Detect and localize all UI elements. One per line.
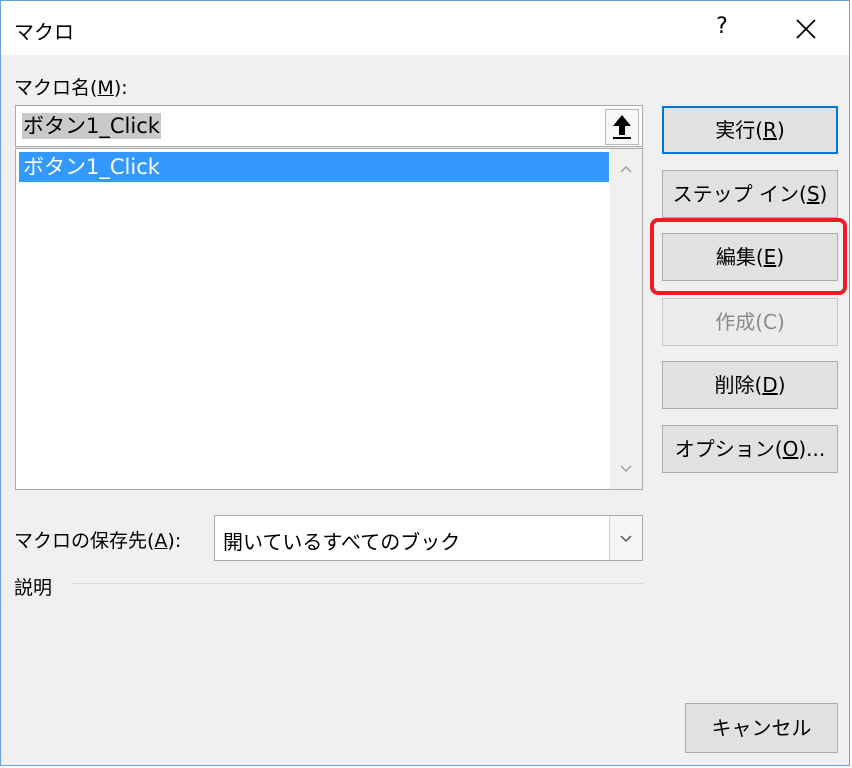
cancel-button[interactable]: キャンセル: [685, 703, 838, 753]
scroll-down-icon[interactable]: [618, 461, 634, 477]
macro-name-label-suffix: ):: [113, 77, 128, 99]
edit-button-key: E: [763, 245, 777, 269]
macro-name-label: マクロ名(M):: [14, 73, 128, 100]
edit-button[interactable]: 編集(E): [662, 233, 838, 281]
step-in-button[interactable]: ステップ イン(S): [662, 170, 838, 218]
macro-list[interactable]: ボタン1_Click: [15, 148, 643, 490]
step-in-button-label: ステップ イン(: [672, 182, 807, 206]
macro-location-label-text: マクロの保存先(: [14, 530, 155, 552]
delete-button-suffix: ): [777, 373, 786, 397]
scroll-up-icon[interactable]: [618, 161, 634, 177]
run-button[interactable]: 実行(R): [662, 106, 838, 154]
help-icon[interactable]: ?: [706, 9, 738, 45]
create-button-label: 作成(C): [715, 310, 785, 334]
macro-dialog: マクロ ? マクロ名(M): ボタン1_Click ボタン1_Click 実行(…: [0, 0, 850, 766]
edit-button-suffix: ): [776, 245, 785, 269]
close-icon[interactable]: [784, 9, 828, 49]
options-button[interactable]: オプション(O)...: [662, 425, 838, 473]
list-scrollbar[interactable]: [610, 149, 642, 489]
delete-button-label: 削除(: [714, 373, 763, 397]
options-button-label: オプション(: [674, 437, 783, 461]
step-in-button-suffix: ): [819, 182, 828, 206]
cancel-button-label: キャンセル: [711, 716, 812, 740]
title-bar: マクロ ?: [1, 1, 849, 55]
macro-name-value[interactable]: ボタン1_Click: [22, 113, 161, 139]
dropdown-button[interactable]: [609, 516, 642, 560]
options-button-suffix: )...: [798, 437, 826, 461]
dialog-title: マクロ: [14, 20, 74, 44]
list-item[interactable]: ボタン1_Click: [19, 152, 609, 182]
macro-location-select[interactable]: 開いているすべてのブック: [214, 515, 643, 561]
macro-name-label-key: M: [97, 77, 114, 99]
up-arrow-icon: [613, 115, 631, 139]
delete-button-key: D: [762, 373, 778, 397]
step-in-button-key: S: [806, 182, 820, 206]
run-button-key: R: [763, 118, 777, 142]
macro-name-label-text: マクロ名(: [14, 77, 98, 99]
up-arrow-button[interactable]: [605, 109, 639, 145]
macro-location-label-suffix: ):: [167, 530, 182, 552]
description-label: 説明: [14, 577, 53, 599]
macro-name-input[interactable]: ボタン1_Click: [15, 105, 643, 147]
macro-location-value: 開いているすべてのブック: [223, 530, 461, 554]
chevron-down-icon: [620, 535, 632, 543]
macro-location-label-key: A: [154, 530, 168, 552]
run-button-suffix: ): [776, 118, 785, 142]
create-button[interactable]: 作成(C): [662, 298, 838, 346]
edit-button-label: 編集(: [715, 245, 764, 269]
run-button-label: 実行(: [715, 118, 764, 142]
macro-location-label: マクロの保存先(A):: [14, 526, 181, 553]
options-button-key: O: [782, 437, 799, 461]
delete-button[interactable]: 削除(D): [662, 361, 838, 409]
description-divider: [71, 583, 643, 584]
